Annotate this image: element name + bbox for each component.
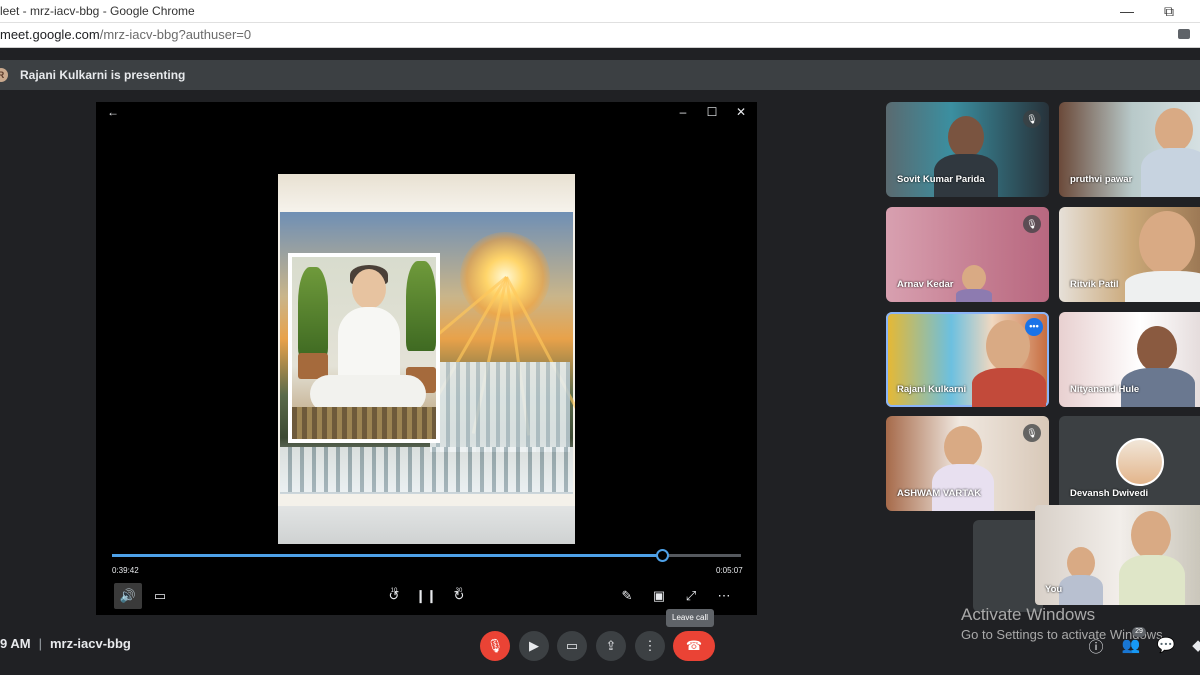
participant-name: Ritvik Patil — [1070, 279, 1119, 290]
mic-off-button[interactable]: 🎙 — [480, 631, 510, 661]
progress-fill — [112, 554, 663, 557]
participant-tile[interactable]: 🎙 Arnav Kedar — [886, 207, 1049, 302]
fullscreen-icon[interactable]: ⤢ — [677, 583, 705, 609]
participant-face — [962, 265, 986, 291]
participant-shirt — [956, 289, 992, 302]
presenting-text: Rajani Kulkarni is presenting — [20, 68, 186, 82]
separator: | — [38, 636, 42, 651]
browser-title-bar: leet - mrz-iacv-bbg - Google Chrome — ⧉ — [0, 0, 1200, 22]
child-photo — [288, 253, 440, 443]
leave-call-tooltip: Leave call — [666, 609, 715, 627]
activities-icon[interactable]: ◆ — [1188, 636, 1200, 654]
meeting-details[interactable]: 9 AM | mrz-iacv-bbg — [0, 636, 131, 651]
participant-tile[interactable]: Ritvik Patil — [1059, 207, 1200, 302]
participant-face — [1155, 108, 1193, 152]
waterfall-base — [280, 447, 573, 492]
window-title: leet - mrz-iacv-bbg - Google Chrome — [0, 4, 195, 18]
self-child-shirt — [1059, 575, 1103, 605]
pause-icon[interactable]: ❙❙ — [412, 583, 440, 609]
waterfall — [430, 362, 570, 452]
self-view-tile[interactable]: You — [1035, 505, 1200, 605]
presenting-banner: R Rajani Kulkarni is presenting — [0, 60, 1200, 90]
participant-name: pruthvi pawar — [1070, 174, 1133, 185]
progress-bar[interactable] — [112, 549, 741, 562]
participant-name: Rajani Kulkarni — [897, 384, 967, 395]
participant-tile[interactable]: pruthvi pawar — [1059, 102, 1200, 197]
plant — [406, 261, 436, 351]
meeting-code: mrz-iacv-bbg — [49, 636, 131, 651]
participant-face — [944, 426, 982, 468]
self-tile-placeholder — [973, 520, 1043, 612]
maximize-icon[interactable]: ☐ — [703, 105, 721, 119]
card-bottom-border — [278, 506, 575, 544]
more-options-icon[interactable]: ••• — [1025, 318, 1043, 336]
restore-icon[interactable]: ⧉ — [1154, 0, 1184, 22]
participant-name: ASHWAM VARTAK — [897, 488, 982, 499]
participant-face — [1137, 326, 1177, 372]
mic-off-icon: 🎙 — [1023, 215, 1041, 233]
plant — [298, 267, 328, 357]
participant-tile[interactable]: 🎙 ASHWAM VARTAK — [886, 416, 1049, 511]
mic-off-icon: 🎙 — [1023, 110, 1041, 128]
participant-name: Devansh Dwivedi — [1070, 488, 1149, 499]
url-host: meet.google.com — [0, 27, 100, 42]
captions-icon[interactable]: ▭ — [146, 583, 174, 609]
participant-shirt — [1125, 271, 1200, 302]
watermark-line1: Activate Windows — [961, 605, 1096, 624]
close-icon[interactable]: ✕ — [732, 105, 750, 119]
people-count-badge: 29 — [1132, 627, 1146, 637]
shared-video-player: ← – ☐ ✕ 0:39:42 0:05:07 🔊 ▭ ↺ 10 ❙❙ ↻ 30… — [96, 102, 757, 615]
self-face — [1131, 511, 1171, 559]
forward-30-icon[interactable]: ↻ 30 — [445, 583, 473, 609]
participant-name: Nityanand Hule — [1070, 384, 1140, 395]
child-face — [352, 269, 386, 309]
minimize-icon[interactable]: — — [1112, 0, 1142, 22]
camera-permission-icon[interactable] — [1178, 29, 1190, 39]
participant-avatar — [1116, 438, 1164, 486]
participant-face — [1139, 211, 1195, 275]
participant-tile[interactable]: ••• Rajani Kulkarni — [886, 312, 1049, 407]
rewind-10-icon[interactable]: ↺ 10 — [380, 583, 408, 609]
participant-face — [948, 116, 984, 158]
people-icon[interactable]: 👥 — [1121, 636, 1141, 654]
leave-call-button[interactable]: ☎ — [673, 631, 715, 661]
participant-face — [986, 320, 1030, 372]
present-now-button[interactable]: ⇪ — [596, 631, 626, 661]
current-time: 0:39:42 — [112, 566, 139, 575]
presenter-avatar: R — [0, 68, 8, 82]
participant-shirt — [972, 368, 1046, 407]
meeting-time: 9 AM — [0, 636, 31, 651]
participant-tile[interactable]: 🎙 Sovit Kumar Parida — [886, 102, 1049, 197]
divider — [0, 48, 1200, 60]
address-bar[interactable]: meet.google.com/mrz-iacv-bbg?authuser=0 — [0, 22, 1200, 48]
self-label: You — [1045, 584, 1063, 595]
self-shirt — [1119, 555, 1185, 605]
progress-handle[interactable] — [656, 549, 670, 562]
url-path: /mrz-iacv-bbg?authuser=0 — [99, 27, 252, 42]
back-arrow-icon[interactable]: ← — [104, 105, 122, 119]
duration: 0:05:07 — [716, 566, 743, 575]
mic-off-icon: 🎙 — [1023, 424, 1041, 442]
edit-icon[interactable]: ✎ — [613, 583, 641, 609]
chat-icon[interactable]: 💬 — [1156, 636, 1176, 654]
participant-tile[interactable]: Nityanand Hule — [1059, 312, 1200, 407]
camera-button[interactable]: ▶ — [519, 631, 549, 661]
participant-tile[interactable]: Devansh Dwivedi — [1059, 416, 1200, 511]
participant-name: Arnav Kedar — [897, 279, 954, 290]
mini-view-icon[interactable]: ▣ — [645, 583, 673, 609]
participant-name: Sovit Kumar Parida — [897, 174, 985, 185]
mat — [292, 407, 436, 439]
more-options-button[interactable]: ⋮ — [635, 631, 665, 661]
captions-button[interactable]: ▭ — [557, 631, 587, 661]
participant-shirt — [1141, 148, 1200, 197]
more-options-icon[interactable]: ⋯ — [710, 583, 738, 609]
card-top-border — [278, 174, 575, 212]
volume-icon[interactable]: 🔊 — [114, 583, 142, 609]
video-frame — [278, 174, 575, 544]
minimize-icon[interactable]: – — [674, 105, 692, 119]
meeting-info-icon[interactable]: ⓘ — [1086, 636, 1106, 657]
